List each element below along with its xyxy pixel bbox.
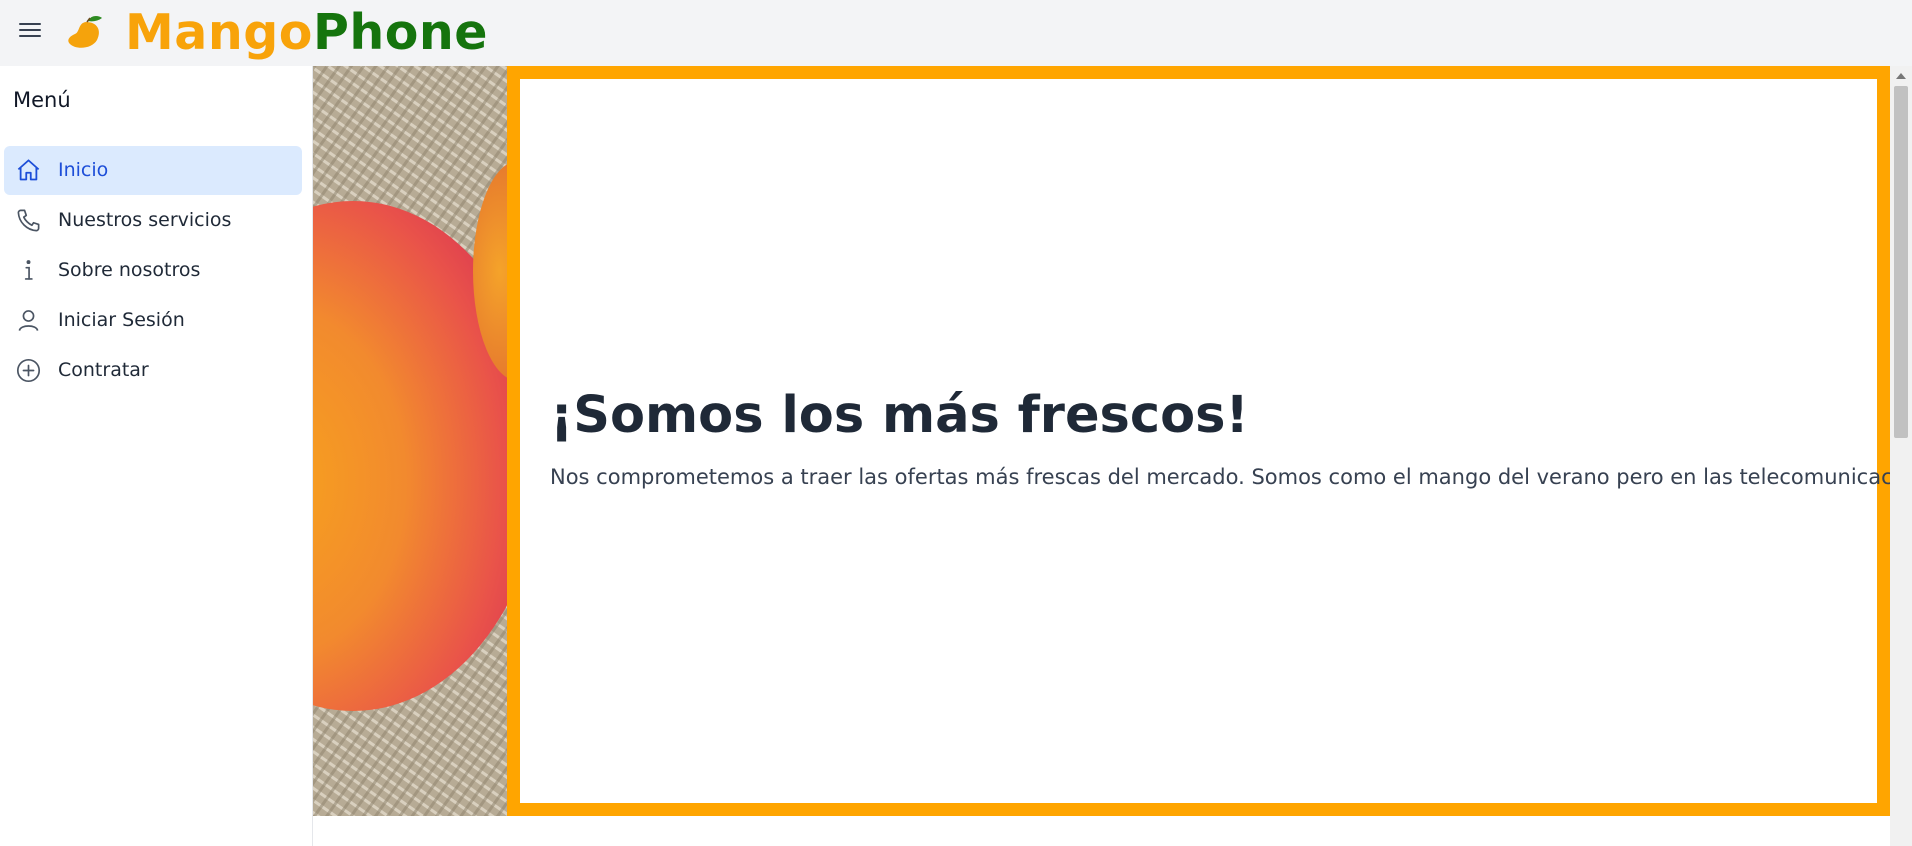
phone-icon xyxy=(17,209,40,232)
hero-panel: ¡Somos los más frescos! Nos comprometemo… xyxy=(507,66,1912,816)
sidebar-item-inicio[interactable]: Inicio xyxy=(4,146,302,195)
sidebar-item-label: Nuestros servicios xyxy=(58,209,232,231)
brand-name-part1: Mango xyxy=(125,4,313,61)
scroll-up-arrow-icon[interactable] xyxy=(1896,73,1906,79)
sidebar-item-label: Iniciar Sesión xyxy=(58,309,185,331)
hero-description: Nos comprometemos a traer las ofertas má… xyxy=(550,465,1912,489)
hamburger-menu-icon[interactable] xyxy=(19,21,41,39)
scrollbar-thumb[interactable] xyxy=(1894,86,1908,438)
vertical-scrollbar[interactable] xyxy=(1890,66,1912,846)
sidebar-item-iniciar-sesion[interactable]: Iniciar Sesión xyxy=(4,296,302,345)
sidebar-item-label: Sobre nosotros xyxy=(58,259,201,281)
home-icon xyxy=(17,159,40,181)
plus-circle-icon xyxy=(16,358,41,383)
hero-title: ¡Somos los más frescos! xyxy=(550,386,1249,445)
mango-photo xyxy=(313,66,513,816)
sidebar-item-sobre-nosotros[interactable]: Sobre nosotros xyxy=(4,246,302,295)
brand-name-part2: Phone xyxy=(312,4,489,61)
mango-icon xyxy=(68,16,102,48)
info-icon xyxy=(24,260,33,280)
brand-logo-text[interactable]: MangoPhone xyxy=(125,0,488,66)
main-content: ¡Somos los más frescos! Nos comprometemo… xyxy=(313,66,1912,846)
sidebar-title: Menú xyxy=(13,88,71,112)
sidebar-item-contratar[interactable]: Contratar xyxy=(4,346,302,395)
sidebar: Menú Inicio Nuestros servicios Sobre nos… xyxy=(0,66,313,846)
top-navbar: MangoPhone xyxy=(0,0,1912,66)
sidebar-item-label: Inicio xyxy=(58,159,109,181)
user-icon xyxy=(18,310,39,331)
sidebar-item-nuestros-servicios[interactable]: Nuestros servicios xyxy=(4,196,302,245)
sidebar-item-label: Contratar xyxy=(58,359,149,381)
